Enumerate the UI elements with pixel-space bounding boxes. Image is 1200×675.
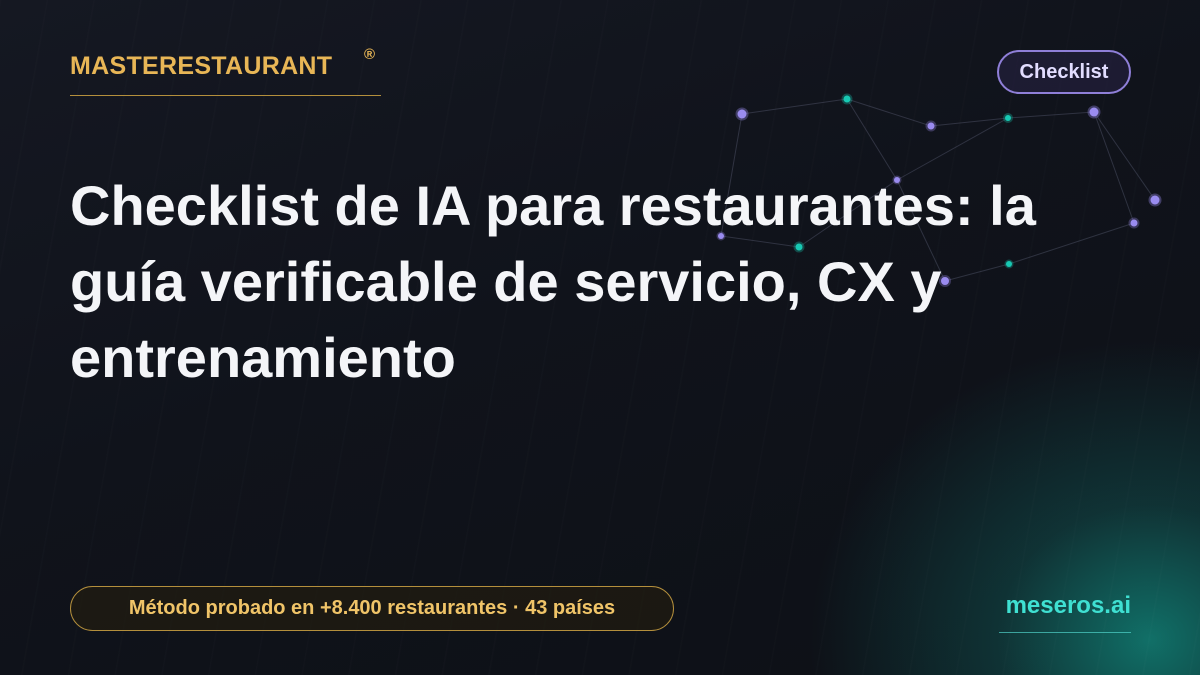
category-tag: Checklist	[997, 50, 1131, 94]
network-node	[1003, 113, 1013, 123]
network-node	[1128, 217, 1140, 229]
network-node	[1087, 105, 1101, 119]
network-link	[846, 98, 932, 127]
hero-banner: MASTERESTAURANT ® Checklist Checklist de…	[0, 0, 1200, 675]
brand-name: MASTERESTAURANT	[70, 52, 333, 80]
network-node	[735, 107, 749, 121]
network-node	[925, 120, 937, 132]
network-link	[1007, 111, 1095, 119]
brand-logo: MASTERESTAURANT ®	[70, 46, 381, 96]
registered-mark: ®	[364, 46, 376, 63]
network-node	[841, 93, 853, 105]
social-proof-badge: Método probado en +8.400 restaurantes · …	[70, 586, 674, 631]
network-link	[741, 98, 848, 115]
site-link[interactable]: meseros.ai	[999, 592, 1131, 633]
network-node	[1148, 193, 1162, 207]
page-title: Checklist de IA para restaurantes: la gu…	[70, 174, 1036, 389]
